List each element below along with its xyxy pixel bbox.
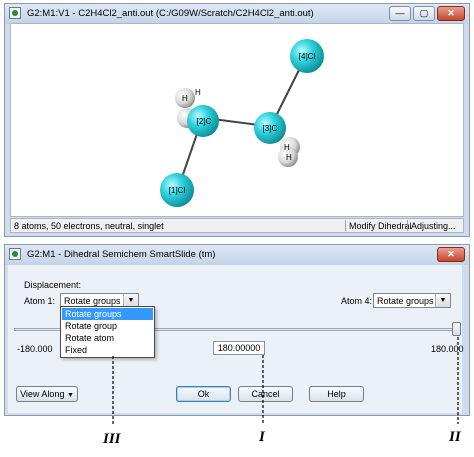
molecule-viewport[interactable]: [4]Cl [2]C [3]C [1]Cl H H H H — [10, 23, 464, 217]
atom-label-c3: [3]C — [263, 124, 278, 133]
annotation-label-ii: II — [449, 429, 461, 445]
view-along-button[interactable]: View Along ▼ — [16, 386, 78, 402]
status-divider — [345, 220, 346, 231]
view-along-label: View Along — [20, 389, 65, 399]
minimize-icon: — — [395, 8, 405, 18]
restore-icon: ▢ — [419, 8, 429, 18]
atom4-select-value: Rotate groups — [377, 296, 434, 306]
dihedral-value-field[interactable]: 180.00000 — [213, 341, 265, 355]
status-info: 8 atoms, 50 electrons, neutral, singlet — [14, 221, 164, 231]
atom1-select-value: Rotate groups — [64, 296, 121, 306]
annotation-label-i: I — [259, 429, 265, 445]
dialog-titlebar[interactable]: G2:M1 - Dihedral Semichem SmartSlide (tm… — [5, 245, 469, 265]
dropdown-option-rotate-atom[interactable]: Rotate atom — [62, 332, 153, 344]
status-mode: Modify Dihedral — [349, 221, 412, 231]
molecule-canvas[interactable]: [4]Cl [2]C [3]C [1]Cl H H H H — [11, 24, 463, 216]
minimize-button[interactable]: — — [389, 6, 411, 21]
dialog-close-button[interactable]: ✕ — [437, 247, 465, 262]
status-divider — [407, 220, 408, 231]
dropdown-option-rotate-groups[interactable]: Rotate groups — [62, 308, 153, 320]
close-icon: ✕ — [447, 8, 455, 18]
app-icon — [9, 7, 21, 19]
atom4-select[interactable]: Rotate groups ▼ — [373, 293, 451, 308]
dihedral-slider-thumb[interactable] — [452, 322, 461, 336]
close-button[interactable]: ✕ — [437, 6, 465, 21]
chevron-down-icon: ▼ — [66, 392, 74, 399]
help-label: Help — [327, 389, 346, 399]
help-button[interactable]: Help — [309, 386, 364, 402]
dialog-title: G2:M1 - Dihedral Semichem SmartSlide (tm… — [27, 249, 216, 260]
ok-label: Ok — [197, 389, 210, 399]
hydrogen-label: H — [182, 94, 188, 103]
atom1-dropdown-list[interactable]: Rotate groups Rotate group Rotate atom F… — [60, 306, 155, 358]
cancel-button[interactable]: Cancel — [238, 386, 293, 402]
chevron-down-icon[interactable]: ▼ — [435, 294, 450, 307]
slider-max-label: 180.000 — [431, 344, 464, 354]
hydrogen-label: H — [284, 143, 290, 152]
cancel-label: Cancel — [251, 389, 280, 399]
atom-label-cl1: [1]Cl — [169, 186, 186, 195]
hydrogen-label: H — [195, 88, 201, 97]
restore-button[interactable]: ▢ — [413, 6, 435, 21]
atom4-label: Atom 4: — [341, 296, 373, 306]
slider-min-label: -180.000 — [17, 344, 53, 354]
displacement-label: Displacement: — [24, 280, 82, 290]
ok-button[interactable]: Ok — [176, 386, 231, 402]
dropdown-option-fixed[interactable]: Fixed — [62, 344, 153, 356]
hydrogen-label: H — [286, 153, 292, 162]
status-state: Adjusting... — [411, 221, 456, 231]
annotation-label-iii: III — [103, 431, 121, 447]
viewer-titlebar[interactable]: G2:M1:V1 - C2H4Cl2_anti.out (C:/G09W/Scr… — [5, 4, 469, 24]
atom1-label: Atom 1: — [24, 296, 56, 306]
atom-label-cl4: [4]Cl — [299, 52, 316, 61]
close-icon: ✕ — [447, 249, 455, 259]
dropdown-option-rotate-group[interactable]: Rotate group — [62, 320, 153, 332]
viewer-title: G2:M1:V1 - C2H4Cl2_anti.out (C:/G09W/Scr… — [27, 8, 314, 19]
atom-label-c2: [2]C — [197, 117, 212, 126]
app-icon — [9, 248, 21, 260]
viewer-statusbar: 8 atoms, 50 electrons, neutral, singlet … — [10, 218, 464, 233]
